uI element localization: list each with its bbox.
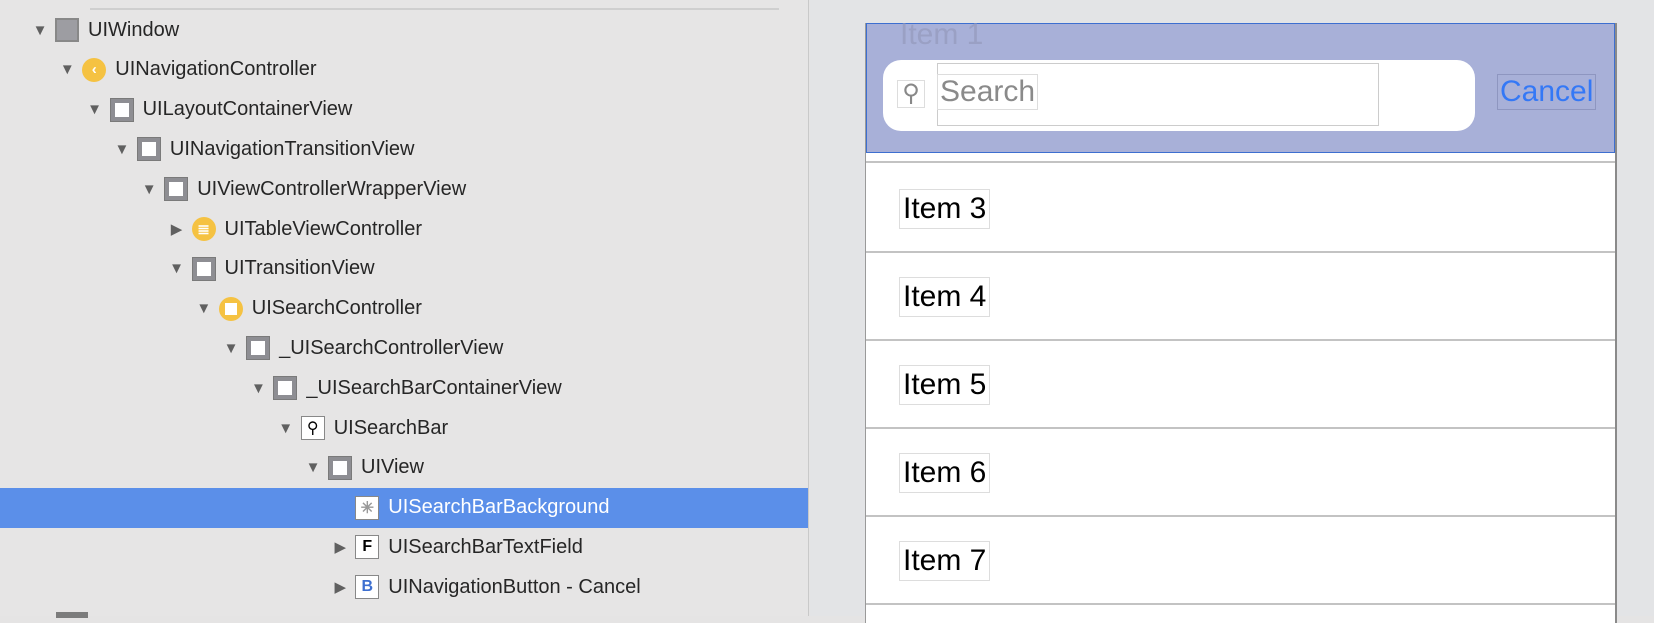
disclosure-expanded-icon[interactable]: ▼ xyxy=(86,101,104,118)
table-row[interactable]: Item 5 xyxy=(866,341,1615,429)
text-field-icon: F xyxy=(355,535,380,560)
view-icon xyxy=(109,97,134,122)
tree-row[interactable]: ▼ UINavigationTransitionView xyxy=(0,129,808,169)
tree-row[interactable]: ▼ _UISearchBarContainerView xyxy=(0,368,808,408)
tree-row-label: UINavigationButton - Cancel xyxy=(388,575,641,598)
disclosure-expanded-icon[interactable]: ▼ xyxy=(304,459,322,476)
separator xyxy=(866,153,1615,163)
image-view-icon: ✳ xyxy=(355,495,380,520)
disclosure-expanded-icon[interactable]: ▼ xyxy=(249,380,267,397)
tree-row[interactable]: ▼ ⚲ UISearchBar xyxy=(0,408,808,448)
disclosure-expanded-icon[interactable]: ▼ xyxy=(58,61,76,78)
tree-row[interactable]: ▼ UITransitionView xyxy=(0,249,808,289)
tree-row-label: _UISearchBarContainerView xyxy=(306,376,562,399)
tree-row[interactable]: ▶ F UISearchBarTextField xyxy=(0,527,808,567)
disclosure-expanded-icon[interactable]: ▼ xyxy=(31,22,49,39)
tree-row[interactable]: ▼ UIView xyxy=(0,448,808,488)
table-row[interactable]: Item 3 xyxy=(866,165,1615,253)
ghost-item-label: Item 1 xyxy=(900,18,984,51)
tree-row-label: UILayoutContainerView xyxy=(142,98,353,121)
tree-row-label: UITransitionView xyxy=(224,257,375,280)
search-bar-highlight[interactable]: Item 1 ⚲ Search Cancel xyxy=(866,18,1615,153)
tree-row-label: UISearchBarTextField xyxy=(388,535,583,558)
disclosure-collapsed-icon[interactable]: ▶ xyxy=(168,220,186,238)
tree-row-label: UISearchBar xyxy=(333,416,449,439)
table-row-label: Item 7 xyxy=(899,541,991,581)
table-row[interactable]: Item 7 xyxy=(866,517,1615,605)
tree-row-label: UIViewControllerWrapperView xyxy=(197,177,467,200)
cancel-button[interactable]: Cancel xyxy=(1497,74,1597,110)
tree-row[interactable]: ✳ UISearchBarBackground xyxy=(0,487,808,528)
tree-row[interactable]: ▼ _UISearchControllerView xyxy=(0,328,808,368)
tree-row[interactable]: ▼ UIWindow xyxy=(0,10,808,50)
tree-row[interactable]: ▶ B UINavigationButton - Cancel xyxy=(0,567,808,607)
table-row-label: Item 5 xyxy=(899,365,991,405)
table-row[interactable]: Item 4 xyxy=(866,253,1615,341)
view-icon xyxy=(246,336,271,361)
search-icon: ⚲ xyxy=(897,80,925,108)
search-bar-icon: ⚲ xyxy=(300,416,325,440)
disclosure-expanded-icon[interactable]: ▼ xyxy=(195,300,213,317)
tree-row-label: UINavigationController xyxy=(115,58,317,81)
view-icon xyxy=(136,137,161,162)
view-hierarchy-navigator: ▼ UIWindow ▼ ‹ UINavigationController ▼ UILayo… xyxy=(0,0,809,618)
view-icon xyxy=(191,256,216,281)
disclosure-collapsed-icon[interactable]: ▶ xyxy=(331,578,349,596)
view-icon xyxy=(164,177,189,202)
table-row-label: Item 4 xyxy=(899,277,991,317)
search-field[interactable]: ⚲ Search xyxy=(883,60,1475,131)
search-placeholder: Search xyxy=(937,74,1039,110)
tree-row[interactable]: ▶ ≣ UITableViewController xyxy=(0,209,808,249)
disclosure-expanded-icon[interactable]: ▼ xyxy=(140,181,158,198)
table-view-controller-icon: ≣ xyxy=(191,217,216,241)
table-row-label: Item 3 xyxy=(899,189,991,229)
window-icon xyxy=(55,18,79,42)
view-controller-icon xyxy=(218,296,243,321)
disclosure-expanded-icon[interactable]: ▼ xyxy=(222,340,240,357)
tree-row-label: UITableViewController xyxy=(224,217,423,240)
view-icon xyxy=(328,455,352,480)
tree-row[interactable]: ▼ ‹ UINavigationController xyxy=(0,50,808,90)
tree-row[interactable]: ▼ UISearchController xyxy=(0,289,808,329)
button-icon: B xyxy=(355,575,380,600)
table-row[interactable]: Item 6 xyxy=(866,429,1615,517)
tree-row-label: _UISearchControllerView xyxy=(279,336,504,359)
disclosure-expanded-icon[interactable]: ▼ xyxy=(277,420,295,437)
tree-row-label: UIWindow xyxy=(88,18,180,41)
tree-row-label: UISearchController xyxy=(251,297,422,320)
tree-row-label: UINavigationTransitionView xyxy=(169,137,415,160)
disclosure-expanded-icon[interactable]: ▼ xyxy=(168,260,186,277)
disclosure-expanded-icon[interactable]: ▼ xyxy=(113,141,131,158)
device-preview: Item 1 ⚲ Search Cancel Item 3 Item 4 Item … xyxy=(865,18,1617,623)
table-row-label: Item 6 xyxy=(899,453,991,493)
view-icon xyxy=(273,376,298,401)
tree-row[interactable]: ▼ UILayoutContainerView xyxy=(0,90,808,130)
tree-row-label: UIView xyxy=(361,456,424,479)
disclosure-collapsed-icon[interactable]: ▶ xyxy=(331,538,349,556)
tree-row-label: UISearchBarBackground xyxy=(388,496,610,519)
tree-row[interactable]: ▼ UIViewControllerWrapperView xyxy=(0,169,808,209)
navigation-controller-icon: ‹ xyxy=(82,57,107,82)
partial-row-icon xyxy=(56,612,88,618)
